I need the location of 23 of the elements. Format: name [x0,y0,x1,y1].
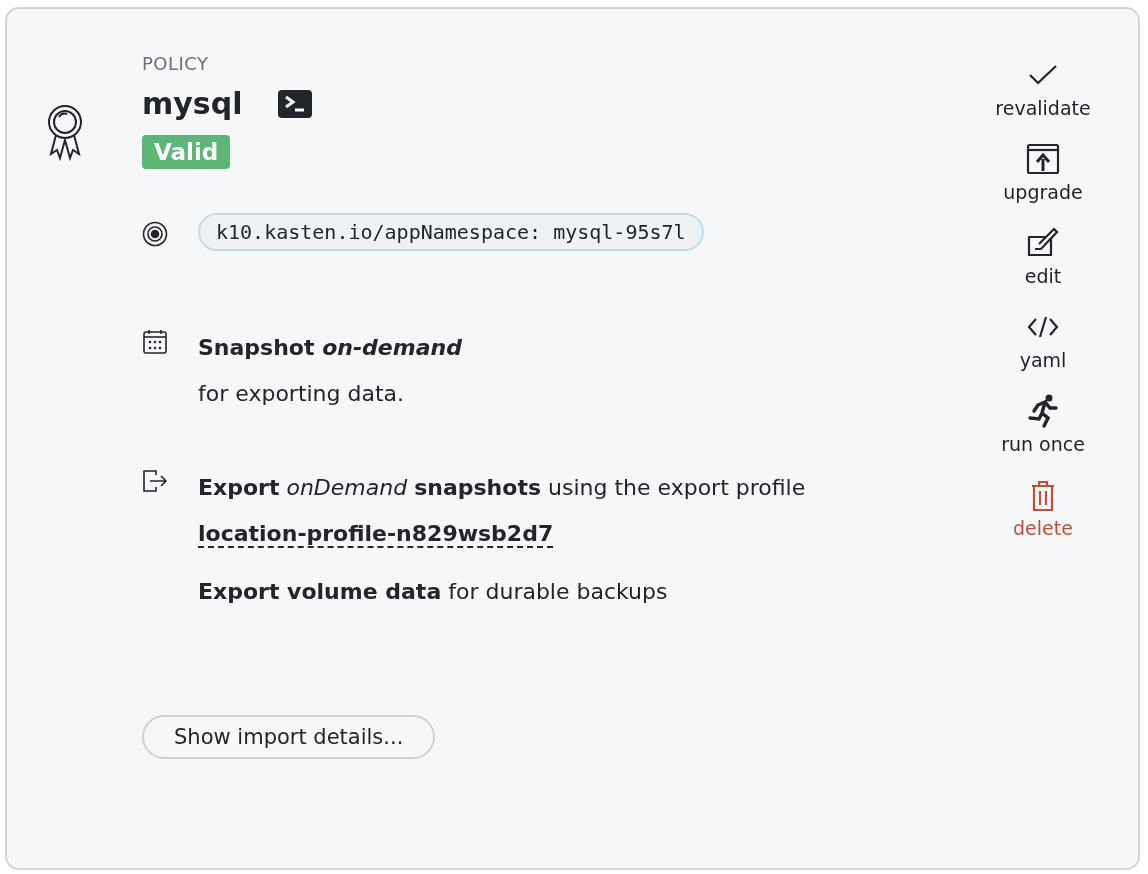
export-icon [142,469,168,493]
code-action-button[interactable]: yaml [1019,309,1067,371]
run-action-button[interactable]: run once [1001,393,1085,455]
profile-link[interactable]: location-profile-n829wsb2d7 [198,521,554,548]
delete-action-button[interactable]: delete [1013,477,1073,539]
volume-export-description: Export volume data for durable backups [198,578,669,606]
award-ribbon-icon [47,104,83,162]
schedule-detail: for exporting data. [198,380,406,408]
calendar-icon [142,329,168,355]
export-description: Export onDemand snapshots using the export profile location-profile-n829wsb2d7 [198,474,807,550]
selector-label: k10.kasten.io/appNamespace: mysql-95s7l [198,213,704,251]
edit-action-button[interactable]: edit [1024,225,1062,287]
terminal-icon[interactable] [278,89,313,118]
upload-window-icon [1025,141,1061,177]
schedule-title: Snapshot on-demand [198,334,463,362]
check-action-button[interactable]: revalidate [995,57,1091,119]
show-import-details-button[interactable]: Show import details... [142,715,436,759]
section-label: POLICY [142,53,210,74]
policy-name: mysql [142,86,243,121]
status-badge: Valid [142,135,231,169]
upgrade-action-button[interactable]: upgrade [1003,141,1083,203]
target-icon [142,221,168,247]
running-person-icon [1025,393,1061,429]
